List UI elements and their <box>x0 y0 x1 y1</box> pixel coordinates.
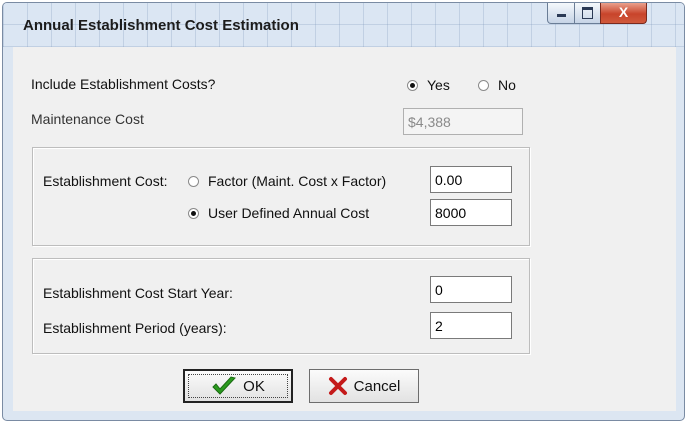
include-costs-label: Include Establishment Costs? <box>31 76 216 92</box>
schedule-group <box>32 258 530 354</box>
close-button[interactable]: X <box>600 3 647 24</box>
radio-unselected-icon <box>478 79 489 91</box>
ok-label: OK <box>243 377 265 395</box>
checkmark-icon <box>212 376 237 395</box>
maximize-button[interactable] <box>574 3 601 24</box>
start-year-label: Establishment Cost Start Year: <box>43 285 233 301</box>
factor-radio[interactable]: Factor (Maint. Cost x Factor) <box>188 173 386 189</box>
ok-button[interactable]: OK <box>183 369 293 403</box>
cancel-button[interactable]: Cancel <box>309 369 419 403</box>
minimize-button[interactable] <box>547 3 575 24</box>
dialog-window: Annual Establishment Cost Estimation X I… <box>2 2 685 421</box>
factor-input[interactable]: 0.00 <box>430 166 512 193</box>
maintenance-cost-field: $4,388 <box>403 108 523 135</box>
dialog-body: Include Establishment Costs? Yes No Main… <box>13 47 676 411</box>
cancel-label: Cancel <box>353 377 401 395</box>
establishment-cost-label: Establishment Cost: <box>43 173 168 189</box>
title-bar[interactable]: Annual Establishment Cost Estimation X <box>3 3 684 47</box>
user-defined-radio[interactable]: User Defined Annual Cost <box>188 205 369 221</box>
include-no-radio[interactable]: No <box>478 77 516 93</box>
maintenance-cost-label: Maintenance Cost <box>31 111 144 127</box>
window-title: Annual Establishment Cost Estimation <box>23 17 299 34</box>
radio-unselected-icon <box>188 175 199 187</box>
radio-selected-icon <box>407 79 418 91</box>
period-input[interactable]: 2 <box>430 312 512 339</box>
user-defined-cost-input[interactable]: 8000 <box>430 199 512 226</box>
minimize-icon <box>557 14 566 17</box>
close-icon: X <box>618 4 629 20</box>
period-label: Establishment Period (years): <box>43 320 227 336</box>
include-no-label: No <box>498 77 516 93</box>
factor-label: Factor (Maint. Cost x Factor) <box>208 173 387 189</box>
start-year-input[interactable]: 0 <box>430 276 512 303</box>
maximize-icon <box>582 7 593 19</box>
include-yes-label: Yes <box>427 77 450 93</box>
user-defined-label: User Defined Annual Cost <box>208 205 370 221</box>
x-icon <box>328 377 347 395</box>
radio-selected-icon <box>188 207 199 219</box>
establishment-cost-group <box>32 147 530 246</box>
include-yes-radio[interactable]: Yes <box>407 77 450 93</box>
